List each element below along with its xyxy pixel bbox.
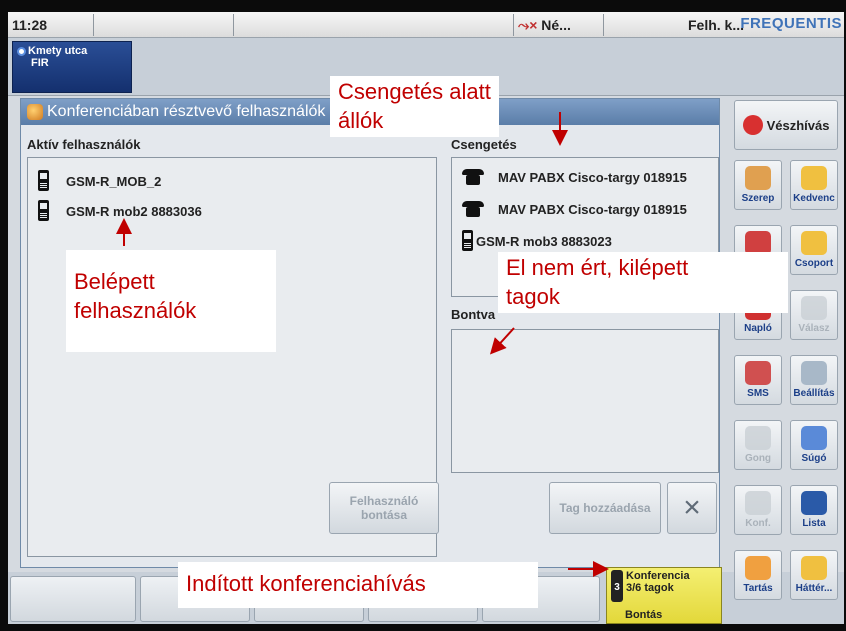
- annotation-arrows: [116, 112, 609, 577]
- arrow-left: [489, 327, 515, 355]
